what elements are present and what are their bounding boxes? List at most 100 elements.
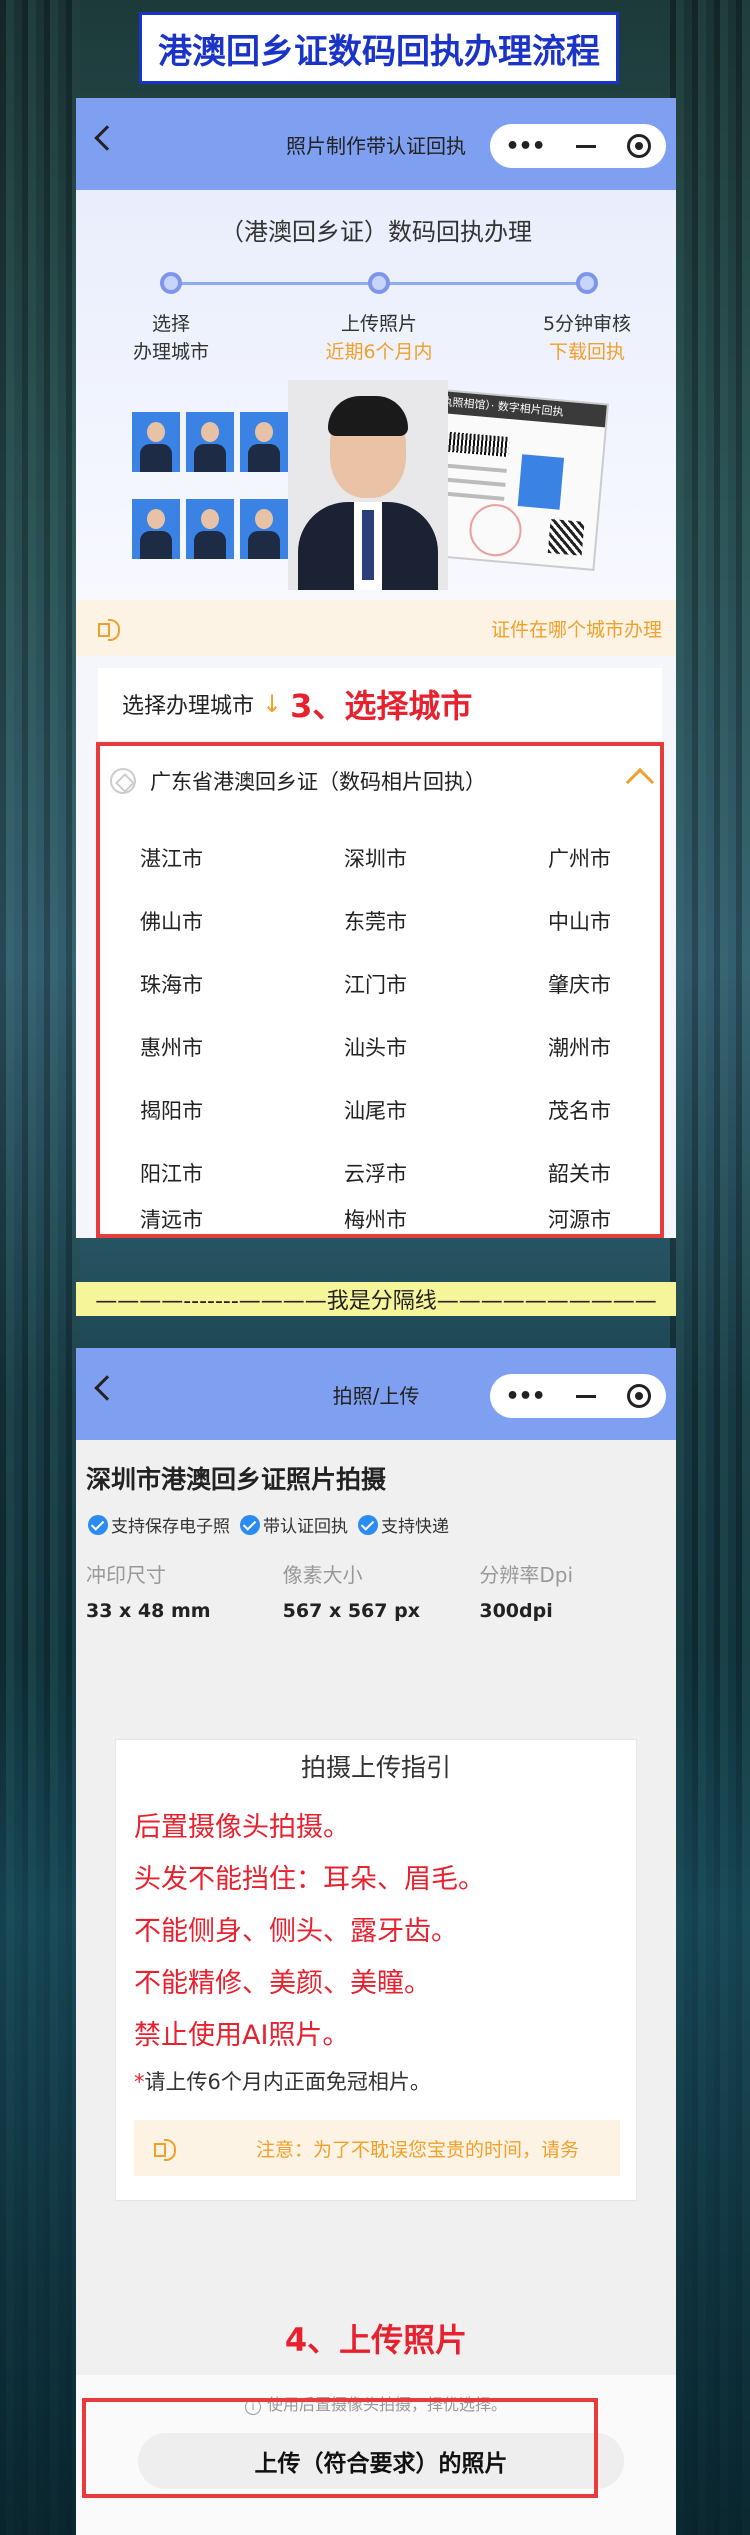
city-item[interactable]: 韶关市: [548, 1141, 676, 1204]
navbar: 拍照/上传 •••: [76, 1348, 676, 1440]
city-item[interactable]: 汕头市: [344, 1015, 548, 1078]
nav-title: 拍照/上传: [332, 1383, 420, 1408]
select-city-label: 选择办理城市: [122, 694, 255, 719]
guide-title: 拍摄上传指引: [300, 1753, 451, 1782]
spec-value: 33 x 48 mm: [86, 1600, 211, 1622]
nav-title: 照片制作带认证回执: [286, 133, 466, 158]
sample-photo: [132, 499, 180, 559]
feature-label: 支持快递: [381, 1517, 449, 1537]
guide-item: 禁止使用AI照片。: [134, 2020, 350, 2051]
camera-hint: i 使用后置摄像头拍摄，择优选择。: [76, 2375, 676, 2415]
step-2: 上传照片 近期6个月内: [319, 310, 439, 366]
city-item[interactable]: 阳江市: [140, 1141, 344, 1204]
back-icon[interactable]: [94, 125, 120, 151]
spec-value: 567 x 567 px: [282, 1600, 420, 1622]
feature-item: 支持快递: [358, 1512, 449, 1537]
sample-photo: [132, 412, 180, 472]
city-item[interactable]: 佛山市: [140, 889, 344, 952]
shooting-guide-card: 拍摄上传指引 后置摄像头拍摄。 头发不能挡住：耳朵、眉毛。 不能侧身、侧头、露牙…: [115, 1739, 637, 2201]
feature-item: 带认证回执: [240, 1512, 348, 1537]
speaker-icon: [154, 2137, 176, 2161]
photo-upload-screen: 拍照/上传 ••• 深圳市港澳回乡证照片拍摄 支持保存电子照 带认证回执 支持快…: [76, 1348, 676, 2535]
step-annotation: 4、上传照片: [284, 2321, 468, 2359]
city-item[interactable]: 茂名市: [548, 1078, 676, 1141]
step-3: 5分钟审核 下载回执: [527, 310, 647, 366]
province-flower-icon: [110, 768, 136, 794]
city-item[interactable]: 梅州市: [344, 1204, 548, 1234]
guide-item: 后置摄像头拍摄。: [134, 1812, 350, 1843]
step-1-title: 选择: [151, 313, 190, 335]
step-dot-1: [160, 272, 182, 294]
city-item[interactable]: 广州市: [548, 826, 676, 889]
sample-photo: [240, 499, 288, 559]
step-1: 选择 办理城市: [111, 310, 231, 366]
city-item[interactable]: 河源市: [548, 1204, 676, 1234]
guide-item: 头发不能挡住：耳朵、眉毛。: [134, 1864, 485, 1895]
city-item[interactable]: 江门市: [344, 952, 548, 1015]
city-item[interactable]: 肇庆市: [548, 952, 676, 1015]
step-dot-3: [576, 272, 598, 294]
arrow-down-icon: ↓: [262, 690, 283, 718]
province-accordion[interactable]: 广东省港澳回乡证（数码相片回执）: [100, 746, 660, 816]
step-1-sub: 办理城市: [132, 341, 209, 363]
province-label: 广东省港澳回乡证（数码相片回执）: [150, 770, 486, 794]
close-target-icon[interactable]: [626, 1384, 651, 1408]
more-icon[interactable]: •••: [505, 1384, 545, 1409]
feature-label: 带认证回执: [263, 1517, 348, 1537]
guide-item: 不能精修、美颜、美瞳。: [134, 1968, 431, 1999]
city-item[interactable]: 惠州市: [140, 1015, 344, 1078]
guide-list: 后置摄像头拍摄。 头发不能挡住：耳朵、眉毛。 不能侧身、侧头、露牙齿。 不能精修…: [116, 1784, 636, 2096]
stamp-icon: [467, 502, 524, 559]
more-icon[interactable]: •••: [505, 134, 545, 159]
close-target-icon[interactable]: [626, 134, 651, 158]
guide-item: 不能侧身、侧头、露牙齿。: [134, 1916, 458, 1947]
city-item[interactable]: 汕尾市: [344, 1078, 548, 1141]
portrait-tie: [362, 510, 374, 580]
back-icon[interactable]: [94, 1375, 120, 1401]
bottom-action-area: i 使用后置摄像头拍摄，择优选择。 上传（符合要求）的照片: [76, 2375, 676, 2535]
city-item[interactable]: 湛江市: [140, 826, 344, 889]
mini-program-capsule: •••: [490, 124, 666, 168]
speaker-icon: [98, 617, 120, 641]
city-item[interactable]: 潮州市: [548, 1015, 676, 1078]
camera-hint-text: 使用后置摄像头拍摄，择优选择。: [266, 2395, 507, 2414]
check-icon: [358, 1514, 378, 1535]
hero-title: （港澳回乡证）数码回执办理: [220, 218, 532, 246]
sample-photo: [186, 412, 234, 472]
city-select-screen: 照片制作带认证回执 ••• （港澳回乡证）数码回执办理 选择 办理城市 上传照片…: [76, 98, 676, 1238]
city-item[interactable]: 中山市: [548, 889, 676, 952]
spec-print-size: 冲印尺寸 33 x 48 mm: [86, 1559, 283, 1622]
step-dot-2: [368, 272, 390, 294]
portrait-hair: [328, 396, 408, 436]
upload-step-annotation: 4、上传照片: [76, 2315, 676, 2361]
city-item[interactable]: 深圳市: [344, 826, 548, 889]
sample-photo: [240, 412, 288, 472]
guide-note-text: 请上传6个月内正面免冠相片。: [144, 2070, 431, 2094]
city-help-link[interactable]: 证件在哪个城市办理: [491, 615, 662, 642]
spec-label: 冲印尺寸: [86, 1563, 166, 1587]
city-grid: 湛江市 深圳市 广州市 佛山市 东莞市 中山市 珠海市 江门市 肇庆市 惠州市 …: [100, 826, 660, 1234]
city-item[interactable]: 揭阳市: [140, 1078, 344, 1141]
minimize-icon[interactable]: [575, 1394, 596, 1398]
minimize-icon[interactable]: [575, 144, 596, 148]
feature-label: 支持保存电子照: [111, 1517, 230, 1537]
photo-page-title: 深圳市港澳回乡证照片拍摄: [86, 1465, 387, 1494]
city-item[interactable]: 东莞市: [344, 889, 548, 952]
info-icon: i: [244, 2399, 261, 2415]
page-title: 港澳回乡证数码回执办理流程: [139, 12, 619, 84]
step-2-title: 上传照片: [340, 313, 417, 335]
mini-program-capsule: •••: [490, 1374, 666, 1418]
spec-dpi: 分辨率Dpi 300dpi: [479, 1559, 676, 1622]
upload-photo-button[interactable]: 上传（符合要求）的照片: [138, 2433, 624, 2489]
receipt-photo: [517, 454, 565, 510]
spec-pixel-size: 像素大小 567 x 567 px: [283, 1559, 480, 1622]
check-icon: [240, 1514, 260, 1535]
city-list-panel: 广东省港澳回乡证（数码相片回执） 湛江市 深圳市 广州市 佛山市 东莞市 中山市…: [96, 742, 664, 1238]
city-item[interactable]: 云浮市: [344, 1141, 548, 1204]
step-3-title: 5分钟审核: [542, 313, 632, 335]
city-item[interactable]: 珠海市: [140, 952, 344, 1015]
hero-banner: （港澳回乡证）数码回执办理 选择 办理城市 上传照片 近期6个月内 5分钟审核 …: [76, 190, 676, 600]
city-item[interactable]: 清远市: [140, 1204, 344, 1234]
spec-label: 像素大小: [282, 1563, 363, 1587]
chevron-up-icon[interactable]: [625, 767, 655, 797]
